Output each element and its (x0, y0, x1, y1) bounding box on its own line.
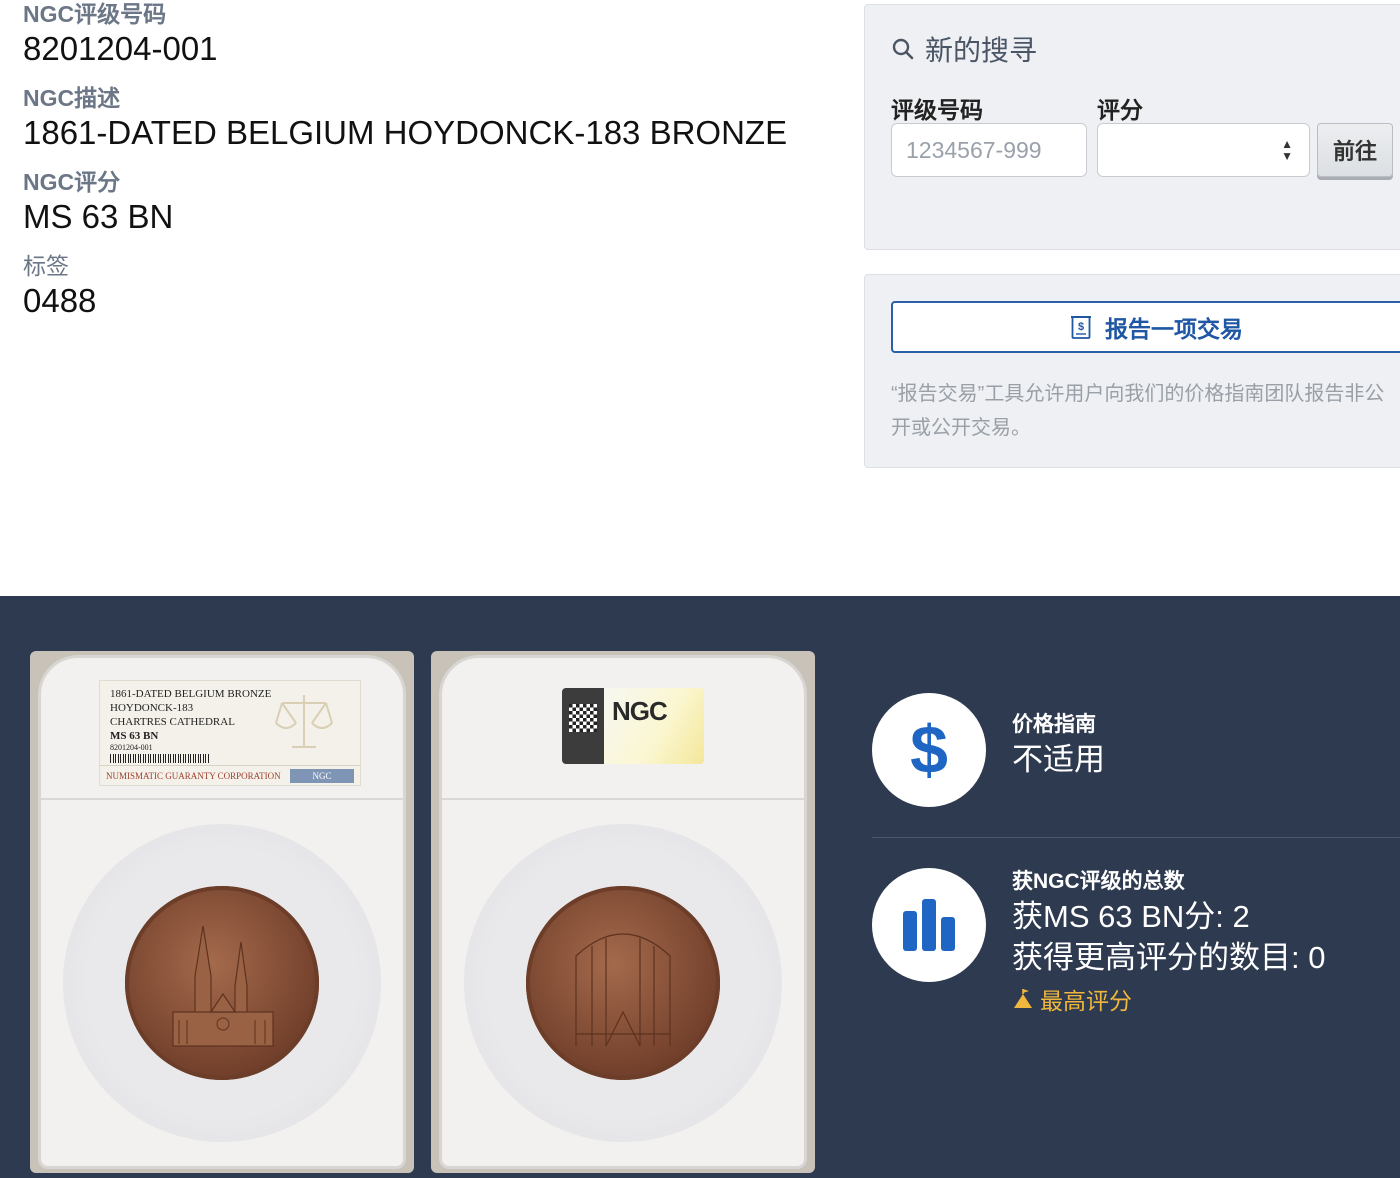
coin-holder-ring (464, 824, 782, 1142)
report-description: “报告交易”工具允许用户向我们的价格指南团队报告非公 开或公开交易。 (891, 377, 1400, 445)
slab-divider (41, 798, 403, 800)
top-pop-icon (1014, 989, 1032, 1008)
slab-front-label: 1861-DATED BELGIUM BRONZE HOYDONCK-183 C… (99, 680, 361, 786)
stats-divider (872, 837, 1400, 838)
coin-obverse (125, 886, 319, 1080)
coin-images-and-stats: 1861-DATED BELGIUM BRONZE HOYDONCK-183 C… (0, 596, 1400, 1178)
top-pop-label: 最高评分 (1040, 988, 1132, 1014)
cert-number-input[interactable] (891, 123, 1087, 177)
svg-text:$: $ (1078, 321, 1084, 333)
bar-chart-icon (903, 899, 955, 951)
description-field: NGC描述 1861-DATED BELGIUM HOYDONCK-183 BR… (23, 84, 843, 154)
ngc-logo-icon: NGC (290, 769, 354, 783)
slab-front-image[interactable]: 1861-DATED BELGIUM BRONZE HOYDONCK-183 C… (30, 651, 414, 1173)
price-guide-label: 价格指南 (1012, 713, 1096, 736)
report-sale-label: 报告一项交易 (1105, 316, 1243, 342)
go-button[interactable]: 前往 (1317, 123, 1393, 177)
qr-code-icon (562, 688, 604, 764)
grade-label: NGC评分 (23, 169, 121, 195)
top-pop-link[interactable]: 最高评分 (1012, 982, 1325, 1016)
ngc-hologram-logo: NGC (612, 696, 668, 726)
search-title: 新的搜寻 (925, 35, 1038, 66)
slab-label-footer-text: NUMISMATIC GUARANTY CORPORATION (106, 771, 281, 781)
slab-back-label: NGC (562, 688, 704, 764)
dollar-icon: $ (910, 715, 948, 785)
cert-number-field: NGC评级号码 8201204-001 (23, 0, 843, 70)
cert-number-value: 8201204-001 (23, 30, 218, 67)
price-guide-value: 不适用 (1012, 742, 1105, 777)
barcode-icon (110, 754, 210, 763)
population-higher: 获得更高评分的数目: 0 (1012, 940, 1326, 975)
cert-input-label: 评级号码 (891, 97, 983, 123)
cathedral-interior-icon (575, 933, 671, 1047)
coin-reverse (526, 886, 720, 1080)
tag-label: 标签 (23, 253, 69, 279)
tag-field: 标签 0488 (23, 252, 843, 322)
grade-select-label: 评分 (1097, 97, 1143, 123)
slab-back-image[interactable]: NGC (431, 651, 815, 1173)
report-sale-panel: $ 报告一项交易 “报告交易”工具允许用户向我们的价格指南团队报告非公 开或公开… (864, 274, 1400, 468)
scales-icon (275, 695, 333, 748)
slab-front-holder: 1861-DATED BELGIUM BRONZE HOYDONCK-183 C… (38, 655, 406, 1169)
description-label: NGC描述 (23, 85, 121, 111)
price-guide-stat: $ 价格指南 不适用 (872, 693, 1400, 807)
grade-value: MS 63 BN (23, 198, 174, 235)
price-guide-icon-circle: $ (872, 693, 986, 807)
tag-value: 0488 (23, 282, 97, 319)
svg-text:$: $ (910, 715, 948, 785)
receipt-icon: $ (1071, 316, 1091, 339)
report-sale-button[interactable]: $ 报告一项交易 (891, 301, 1400, 353)
population-label: 获NGC评级的总数 (1012, 870, 1185, 893)
select-arrows-icon: ▲ ▼ (1281, 137, 1293, 163)
slab-back-holder: NGC (439, 655, 807, 1169)
slab-label-footer: NUMISMATIC GUARANTY CORPORATION NGC (100, 765, 360, 785)
coin-details: NGC评级号码 8201204-001 NGC描述 1861-DATED BEL… (23, 0, 843, 336)
report-description-line2: 开或公开交易。 (891, 417, 1031, 439)
report-description-line1: “报告交易”工具允许用户向我们的价格指南团队报告非公 (891, 383, 1385, 405)
new-search-panel: 新的搜寻 评级号码 评分 ▲▼ 前往 (864, 4, 1400, 250)
search-icon (892, 38, 914, 60)
population-at-grade: 获MS 63 BN分: 2 (1012, 899, 1250, 934)
grade-select[interactable]: ▲ ▼ (1097, 123, 1310, 177)
slab-divider (442, 798, 804, 800)
search-heading: 新的搜寻 (891, 29, 1037, 69)
grade-field: NGC评分 MS 63 BN (23, 168, 843, 238)
cathedral-icon (172, 925, 274, 1047)
cert-number-label: NGC评级号码 (23, 1, 167, 27)
coin-holder-ring (63, 824, 381, 1142)
population-stat: 获NGC评级的总数 获MS 63 BN分: 2 获得更高评分的数目: 0 最高评… (872, 868, 1400, 1048)
population-icon-circle (872, 868, 986, 982)
price-guide-text: 价格指南 不适用 (1012, 711, 1105, 780)
population-text: 获NGC评级的总数 获MS 63 BN分: 2 获得更高评分的数目: 0 最高评… (1012, 868, 1325, 1016)
description-value: 1861-DATED BELGIUM HOYDONCK-183 BRONZE (23, 114, 788, 151)
hologram-label: NGC (604, 688, 704, 764)
